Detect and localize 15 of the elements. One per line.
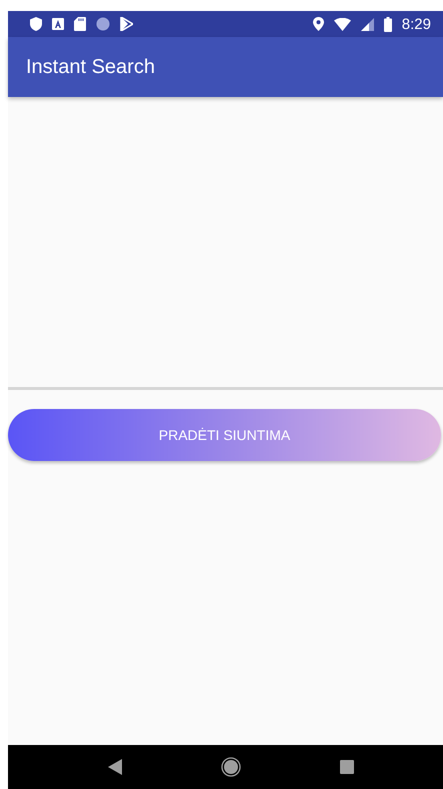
- home-icon[interactable]: [220, 757, 240, 777]
- play-icon: [120, 17, 133, 31]
- start-button[interactable]: PRADĖTI SIUNTIMA: [8, 409, 441, 461]
- app-title: Instant Search: [26, 56, 155, 78]
- letter-a-icon: [52, 18, 64, 30]
- back-icon[interactable]: [108, 759, 122, 775]
- shield-icon: [30, 17, 42, 31]
- location-icon: [312, 17, 324, 31]
- recents-icon[interactable]: [340, 760, 354, 774]
- battery-icon: [384, 16, 392, 32]
- wifi-icon: [334, 18, 351, 30]
- sd-card-icon: [74, 17, 86, 31]
- status-time: 8:29: [402, 16, 431, 32]
- signal-icon: [360, 18, 374, 30]
- circle-icon: [96, 17, 110, 31]
